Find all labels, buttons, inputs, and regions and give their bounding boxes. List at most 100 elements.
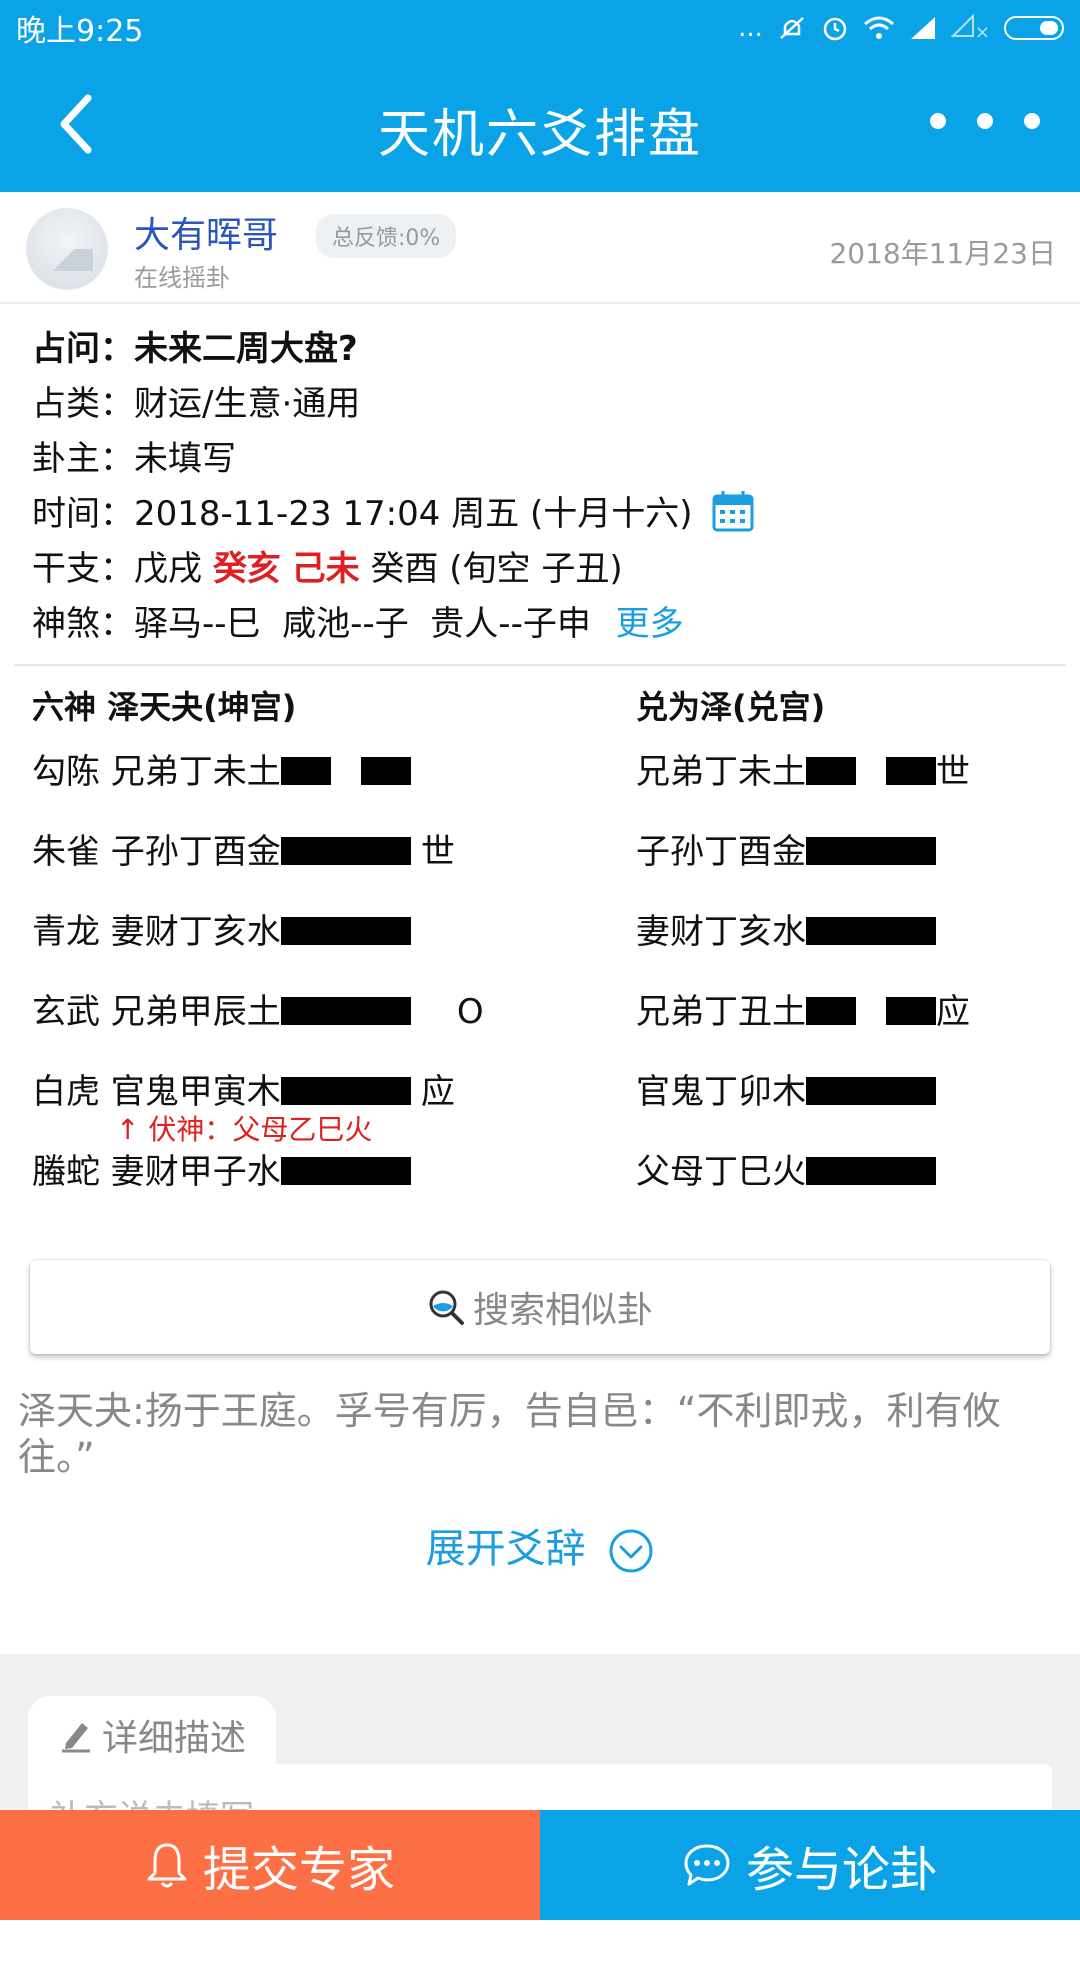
changed-line: 妻财丁亥水 — [636, 904, 936, 953]
mute-icon — [780, 17, 804, 39]
wifi-icon — [863, 16, 894, 39]
primary-line: 朱雀 子孙丁酉金 世 — [32, 824, 455, 873]
ganzhi-line: 干支：戊戌 癸亥 己未 癸酉 (旬空 子丑) — [32, 549, 623, 589]
primary-line: 螣蛇 妻财甲子水 — [32, 1144, 421, 1193]
ganzhi-highlight: 癸亥 — [212, 549, 281, 589]
battery-icon — [1004, 16, 1064, 40]
primary-line-label: 玄武 兄弟甲辰土 — [32, 992, 281, 1032]
status-icons: ... × — [738, 12, 1064, 45]
changed-line-label: 官鬼丁卯木 — [636, 1072, 806, 1112]
more-options-button[interactable] — [930, 96, 1040, 146]
changed-line-label: 妻财丁亥水 — [636, 912, 806, 952]
page-title: 天机六爻排盘 — [377, 105, 702, 165]
primary-line-label: 朱雀 子孙丁酉金 — [32, 832, 281, 872]
no-signal-icon: × — [950, 12, 990, 45]
search-similar-button[interactable]: 搜索相似卦 — [30, 1260, 1050, 1354]
changed-line: 官鬼丁卯木 — [636, 1064, 936, 1113]
title-bar: 天机六爻排盘 — [0, 56, 1080, 192]
bell-icon — [147, 1843, 187, 1888]
chat-bubble-icon — [684, 1844, 730, 1886]
yang-line — [806, 912, 936, 952]
time-line: 时间：2018-11-23 17:04 周五 (十月十六) — [32, 487, 1052, 542]
category-line: 占类：财运/生意·通用 — [32, 384, 361, 424]
hexagram-row: 白虎 官鬼甲寅木应官鬼丁卯木 ↑ 伏神：父母乙巳火 — [32, 1052, 1062, 1146]
alarm-icon — [823, 17, 847, 41]
yang-line — [280, 912, 411, 952]
changed-line-mark: 应 — [936, 992, 970, 1032]
primary-line-mark: O — [456, 992, 484, 1032]
changed-line: 父母丁巳火 — [636, 1144, 936, 1193]
changed-line-label: 子孙丁酉金 — [636, 832, 806, 872]
primary-line-label: 白虎 官鬼甲寅木 — [32, 1072, 281, 1112]
primary-line-label: 螣蛇 妻财甲子水 — [32, 1152, 281, 1192]
shensha-line: 神煞：驿马--巳 咸池--子 贵人--子申 更多 — [32, 604, 684, 644]
more-notifications-icon: ... — [738, 13, 763, 43]
section-divider — [14, 664, 1066, 666]
changed-line: 子孙丁酉金 — [636, 824, 936, 873]
hexagram-table: 六神 泽天夬(坤宫) 兑为泽(兑宫) 勾陈 兄弟丁未土 兄弟丁未土世朱雀 子孙丁酉… — [32, 682, 1062, 1212]
status-time: 晚上9:25 — [16, 14, 144, 49]
status-bar: 晚上9:25 ... × — [0, 0, 1080, 56]
primary-line: 玄武 兄弟甲辰土 O — [32, 984, 484, 1033]
author-header: 大有晖哥 总反馈:0% 在线摇卦 2018年11月23日 — [0, 192, 1080, 304]
yin-line — [806, 992, 936, 1032]
avatar-placeholder-icon — [41, 249, 93, 271]
bottom-action-bar: 提交专家 参与论卦 — [0, 1810, 1080, 1920]
changed-line: 兄弟丁未土 世 — [636, 744, 970, 793]
search-similar-label: 搜索相似卦 — [472, 1290, 653, 1331]
primary-line: 青龙 妻财丁亥水 — [32, 904, 421, 953]
author-name[interactable]: 大有晖哥 — [134, 206, 278, 258]
time-text: 2018-11-23 17:04 周五 (十月十六) — [134, 494, 693, 534]
owner-text: 未填写 — [134, 439, 236, 479]
expand-yaoci-link[interactable]: 展开爻辞 — [0, 1516, 1080, 1574]
yang-line — [280, 1152, 411, 1192]
primary-line: 勾陈 兄弟丁未土 — [32, 744, 421, 793]
more-dot-icon — [977, 113, 993, 129]
hexagram-header: 六神 泽天夬(坤宫) 兑为泽(兑宫) — [32, 682, 1062, 732]
category-text: 财运/生意·通用 — [134, 384, 361, 424]
question-line: 占问：未来二周大盘? — [32, 329, 358, 369]
hexagram-row: 朱雀 子孙丁酉金 世 子孙丁酉金 — [32, 812, 1062, 892]
changed-line-label: 父母丁巳火 — [636, 1152, 806, 1192]
shensha-text: 驿马--巳 咸池--子 贵人--子申 — [134, 604, 591, 644]
more-dot-icon — [930, 113, 946, 129]
join-discussion-button[interactable]: 参与论卦 — [540, 1810, 1080, 1920]
yang-line — [280, 832, 411, 872]
primary-hexagram-title: 六神 泽天夬(坤宫) — [32, 688, 297, 726]
hexagram-row: 青龙 妻财丁亥水 妻财丁亥水 — [32, 892, 1062, 972]
calendar-icon[interactable] — [711, 489, 755, 533]
shensha-more-link[interactable]: 更多 — [616, 604, 684, 644]
yang-line — [806, 832, 936, 872]
search-icon — [429, 1290, 464, 1325]
yang-line — [280, 1072, 411, 1112]
changed-line-label: 兄弟丁丑土 — [636, 992, 806, 1032]
changed-line-label: 兄弟丁未土 — [636, 752, 806, 792]
yang-line — [806, 1152, 936, 1192]
signal-icon — [910, 17, 935, 39]
feedback-badge: 总反馈:0% — [316, 214, 457, 258]
more-dot-icon — [1024, 113, 1040, 129]
ganzhi-highlight: 己未 — [291, 549, 360, 589]
yang-line — [280, 992, 411, 1032]
pencil-icon — [61, 1723, 90, 1753]
question-text: 未来二周大盘? — [134, 329, 358, 369]
hexagram-row: 勾陈 兄弟丁未土 兄弟丁未土 世 — [32, 732, 1062, 812]
detail-tab[interactable]: 详细描述 — [28, 1696, 276, 1774]
submit-expert-button[interactable]: 提交专家 — [0, 1810, 540, 1920]
primary-line-label: 勾陈 兄弟丁未土 — [32, 752, 281, 792]
chevron-down-circle-icon — [609, 1529, 653, 1573]
author-subtitle: 在线摇卦 — [134, 264, 230, 292]
changed-hexagram-title: 兑为泽(兑宫) — [636, 688, 826, 726]
avatar[interactable] — [26, 208, 108, 290]
primary-line: 白虎 官鬼甲寅木 应 — [32, 1064, 455, 1113]
primary-line-mark: 应 — [420, 1072, 455, 1112]
divination-info: 占问：未来二周大盘? 占类：财运/生意·通用 卦主：未填写 时间：2018-11… — [32, 322, 1052, 652]
hexagram-judgment-text: 泽天夬:扬于王庭。孚号有厉，告自邑：“不利即戎，利有攸往。” — [18, 1389, 1001, 1479]
changed-line-mark: 世 — [936, 752, 970, 792]
yang-line — [806, 1072, 936, 1112]
owner-line: 卦主：未填写 — [32, 439, 236, 479]
primary-line-mark: 世 — [420, 832, 455, 872]
primary-line-label: 青龙 妻财丁亥水 — [32, 912, 281, 952]
changed-line: 兄弟丁丑土 应 — [636, 984, 970, 1033]
yin-line — [806, 752, 936, 792]
